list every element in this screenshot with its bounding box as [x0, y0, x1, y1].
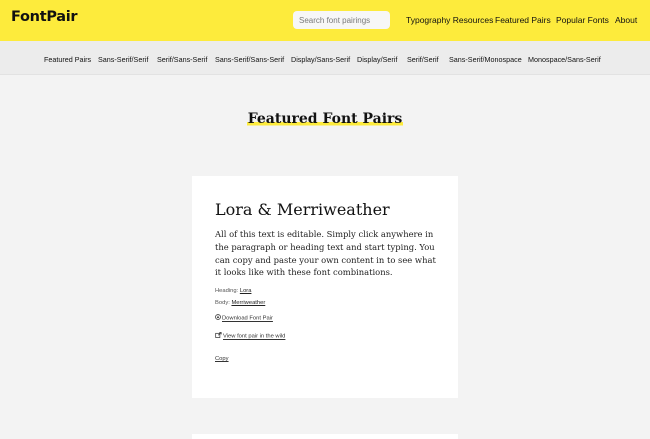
copy-link[interactable]: Copy — [215, 356, 229, 362]
page-title: Featured Font Pairs — [0, 110, 650, 128]
category-sans-serif-serif[interactable]: Sans-Serif/Serif — [98, 55, 148, 64]
category-serif-sans-serif[interactable]: Serif/Sans-Serif — [157, 55, 207, 64]
body-font-label: Body: — [215, 300, 230, 306]
body-font-meta: Body: Merriweather — [215, 300, 265, 306]
body-font-link[interactable]: Merriweather — [231, 300, 265, 306]
category-display-serif[interactable]: Display/Serif — [357, 55, 397, 64]
category-featured-pairs[interactable]: Featured Pairs — [44, 55, 91, 64]
category-sans-serif-monospace[interactable]: Sans-Serif/Monospace — [449, 55, 522, 64]
copy-label: Copy — [215, 356, 229, 362]
search-input[interactable] — [293, 11, 390, 29]
category-sans-serif-sans-serif[interactable]: Sans-Serif/Sans-Serif — [215, 55, 284, 64]
category-serif-serif[interactable]: Serif/Serif — [407, 55, 439, 64]
category-monospace-sans-serif[interactable]: Monospace/Sans-Serif — [528, 55, 601, 64]
category-nav: Featured Pairs Sans-Serif/Serif Serif/Sa… — [0, 41, 650, 75]
download-font-pair-label: Download Font Pair — [222, 315, 273, 322]
view-in-wild-link[interactable]: View font pair in the wild — [215, 332, 285, 340]
heading-font-meta: Heading: Lora — [215, 288, 251, 294]
nav-about[interactable]: About — [615, 15, 637, 25]
page-title-text: Featured Font Pairs — [246, 111, 404, 127]
site-logo[interactable]: FontPair — [11, 9, 78, 25]
category-display-sans-serif[interactable]: Display/Sans-Serif — [291, 55, 350, 64]
next-font-pair-card — [192, 434, 458, 439]
card-body-text[interactable]: All of this text is editable. Simply cli… — [215, 228, 437, 279]
download-icon — [215, 314, 221, 322]
view-in-wild-label: View font pair in the wild — [223, 333, 286, 340]
heading-font-link[interactable]: Lora — [240, 288, 252, 294]
nav-featured-pairs[interactable]: Featured Pairs — [495, 15, 551, 25]
download-font-pair-link[interactable]: Download Font Pair — [215, 314, 273, 322]
external-link-icon — [215, 332, 222, 340]
nav-popular-fonts[interactable]: Popular Fonts — [556, 15, 609, 25]
card-heading[interactable]: Lora & Merriweather — [215, 200, 390, 219]
heading-font-label: Heading: — [215, 288, 239, 294]
nav-typography-resources[interactable]: Typography Resources — [406, 15, 493, 25]
top-bar: FontPair Typography Resources Featured P… — [0, 0, 650, 41]
font-pair-card: Lora & Merriweather All of this text is … — [192, 176, 458, 398]
